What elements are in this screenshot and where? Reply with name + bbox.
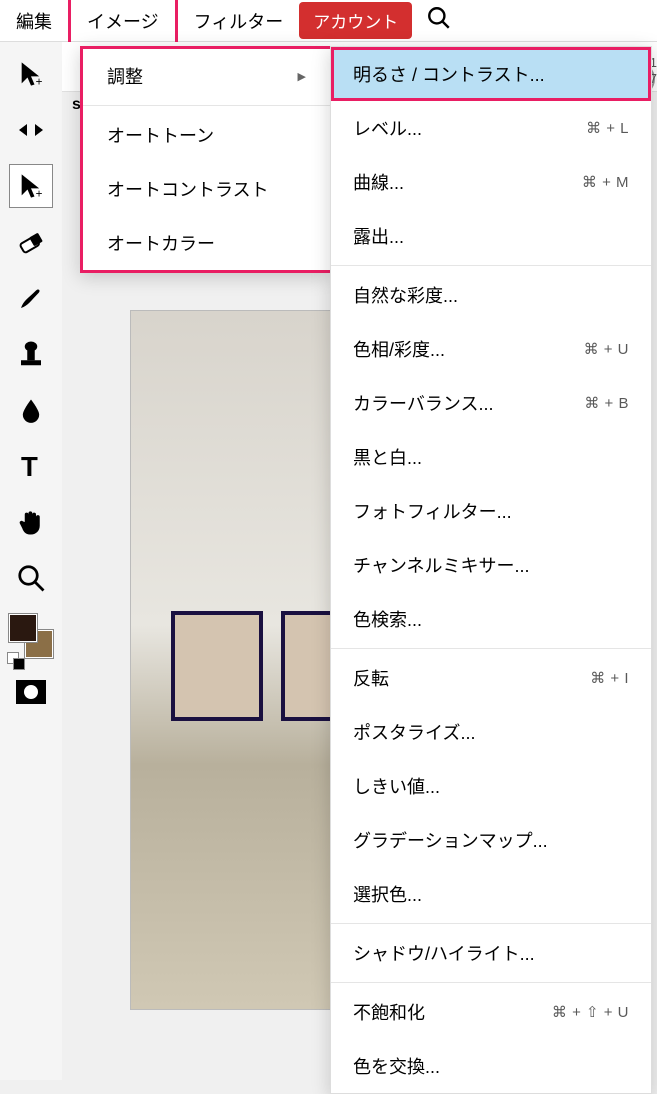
menu-item-desaturate[interactable]: 不飽和化⌘ + ⇧ + U — [331, 985, 651, 1039]
menu-item-black-white[interactable]: 黒と白... — [331, 430, 651, 484]
foreground-color-swatch[interactable] — [9, 614, 37, 642]
menu-image[interactable]: イメージ — [68, 0, 178, 45]
menu-item-replace-color[interactable]: 色を交換... — [331, 1039, 651, 1093]
shortcut-label: ⌘ + L — [586, 119, 629, 137]
drop-tool-icon[interactable] — [9, 388, 53, 432]
svg-text:T: T — [21, 451, 38, 481]
eraser-tool-icon[interactable] — [9, 220, 53, 264]
menu-item-shadow-highlight[interactable]: シャドウ/ハイライト... — [331, 926, 651, 980]
account-button[interactable]: アカウント — [299, 2, 412, 39]
stamp-tool-icon[interactable] — [9, 332, 53, 376]
menu-separator — [83, 105, 330, 106]
search-icon[interactable] — [426, 5, 452, 36]
picture-frame — [171, 611, 263, 721]
shortcut-label: ⌘ + I — [590, 669, 629, 687]
brush-tool-icon[interactable] — [9, 276, 53, 320]
svg-text:+: + — [36, 188, 43, 200]
menu-item-photo-filter[interactable]: フォトフィルター... — [331, 484, 651, 538]
menubar: 編集 イメージ フィルター アカウント — [0, 0, 657, 42]
menu-item-exposure[interactable]: 露出... — [331, 209, 651, 263]
shortcut-label: ⌘ + B — [584, 394, 629, 412]
menu-item-adjustments[interactable]: 調整 — [83, 49, 330, 103]
menu-item-auto-tone[interactable]: オートトーン — [83, 108, 330, 162]
mask-mode-icon[interactable] — [16, 680, 46, 704]
menu-item-curves[interactable]: 曲線...⌘ + M — [331, 155, 651, 209]
menu-edit[interactable]: 編集 — [0, 0, 68, 42]
menu-item-posterize[interactable]: ポスタライズ... — [331, 705, 651, 759]
menu-item-selective-color[interactable]: 選択色... — [331, 867, 651, 921]
menu-item-vibrance[interactable]: 自然な彩度... — [331, 268, 651, 322]
swatch-reset2-icon[interactable] — [13, 658, 25, 670]
menu-item-brightness-contrast[interactable]: 明るさ / コントラスト... — [331, 47, 651, 101]
menu-item-invert[interactable]: 反転⌘ + I — [331, 651, 651, 705]
menu-item-threshold[interactable]: しきい値... — [331, 759, 651, 813]
shortcut-label: ⌘ + U — [584, 340, 629, 358]
color-swatches[interactable] — [9, 614, 53, 658]
menu-separator — [331, 648, 651, 649]
adjustments-submenu: 明るさ / コントラスト... レベル...⌘ + L 曲線...⌘ + M 露… — [330, 46, 652, 1094]
menu-separator — [331, 265, 651, 266]
menu-item-channel-mixer[interactable]: チャンネルミキサー... — [331, 538, 651, 592]
selection-tool-icon[interactable]: + — [9, 164, 53, 208]
menu-item-auto-color[interactable]: オートカラー — [83, 216, 330, 270]
svg-text:+: + — [36, 76, 43, 88]
menu-item-color-balance[interactable]: カラーバランス...⌘ + B — [331, 376, 651, 430]
menu-item-levels[interactable]: レベル...⌘ + L — [331, 101, 651, 155]
shortcut-label: ⌘ + ⇧ + U — [552, 1003, 629, 1021]
menu-separator — [331, 923, 651, 924]
hand-tool-icon[interactable] — [9, 500, 53, 544]
menu-item-auto-contrast[interactable]: オートコントラスト — [83, 162, 330, 216]
menu-item-gradient-map[interactable]: グラデーションマップ... — [331, 813, 651, 867]
move-tool-icon[interactable]: + — [9, 52, 53, 96]
text-tool-icon[interactable]: T — [9, 444, 53, 488]
toolbox: + + T — [0, 42, 62, 1080]
shortcut-label: ⌘ + M — [582, 173, 629, 191]
menu-item-color-lookup[interactable]: 色検索... — [331, 592, 651, 646]
menu-separator — [331, 982, 651, 983]
menu-filter[interactable]: フィルター — [178, 0, 300, 42]
zoom-tool-icon[interactable] — [9, 556, 53, 600]
menu-item-hue-saturation[interactable]: 色相/彩度...⌘ + U — [331, 322, 651, 376]
image-menu-dropdown: 調整 オートトーン オートコントラスト オートカラー — [80, 46, 330, 273]
expand-tool-icon[interactable] — [9, 108, 53, 152]
